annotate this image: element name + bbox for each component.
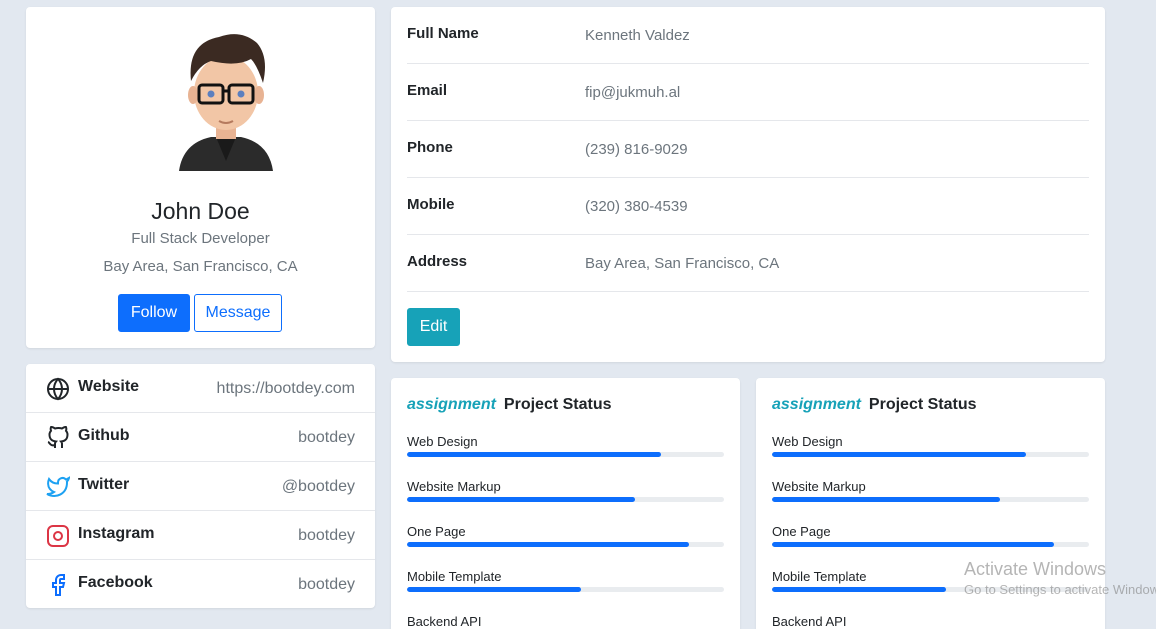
progress-item: Backend API (772, 614, 1089, 629)
progress-track (772, 497, 1089, 502)
social-row-twitter[interactable]: Twitter @bootdey (26, 462, 375, 511)
facebook-icon (52, 574, 66, 596)
detail-row-full-name: Full Name Kenneth Valdez (407, 7, 1089, 64)
detail-value: (239) 816-9029 (585, 141, 688, 158)
profile-location: Bay Area, San Francisco, CA (103, 258, 298, 275)
progress-item: One Page (407, 524, 724, 569)
progress-item: Web Design (407, 434, 724, 479)
progress-track (772, 542, 1089, 547)
detail-row-email: Email fip@jukmuh.al (407, 64, 1089, 121)
social-value-github: bootdey (298, 429, 355, 446)
project-status-title: Project Status (868, 396, 977, 413)
progress-label: Web Design (772, 434, 843, 449)
progress-track (407, 542, 724, 547)
github-icon (47, 426, 69, 448)
progress-label: Mobile Template (407, 569, 502, 584)
progress-label: Backend API (772, 614, 847, 629)
detail-label: Mobile (407, 196, 455, 213)
detail-value: (320) 380-4539 (585, 198, 688, 215)
detail-value: fip@jukmuh.al (585, 84, 681, 101)
progress-fill (407, 542, 690, 547)
progress-fill (772, 542, 1055, 547)
detail-value: Bay Area, San Francisco, CA (585, 255, 780, 272)
social-label-twitter: Twitter (78, 476, 130, 493)
twitter-icon (46, 476, 70, 497)
progress-track (772, 587, 1089, 592)
details-card: Full Name Kenneth Valdez Email fip@jukmu… (391, 7, 1105, 362)
progress-track (407, 497, 724, 502)
progress-label: Web Design (407, 434, 478, 449)
social-value-twitter: @bootdey (281, 478, 355, 495)
progress-track (407, 452, 724, 457)
progress-label: One Page (772, 524, 831, 539)
globe-icon (47, 377, 69, 401)
progress-label: One Page (407, 524, 466, 539)
progress-item: Website Markup (772, 479, 1089, 524)
social-label-website: Website (78, 378, 140, 395)
social-value-facebook: bootdey (298, 576, 355, 593)
profile-name: John Doe (151, 198, 250, 224)
project-status-header: assignment Project Status (407, 396, 612, 414)
detail-value: Kenneth Valdez (585, 27, 690, 44)
progress-item: Mobile Template (407, 569, 724, 614)
edit-button[interactable]: Edit (407, 308, 460, 346)
progress-item: Web Design (772, 434, 1089, 479)
social-row-instagram[interactable]: Instagram bootdey (26, 511, 375, 560)
follow-button[interactable]: Follow (118, 294, 190, 332)
detail-label: Address (407, 253, 468, 270)
social-row-github[interactable]: Github bootdey (26, 413, 375, 462)
project-status-card: assignment Project Status Web Design Webs… (391, 378, 740, 629)
detail-label: Email (407, 82, 448, 99)
project-status-accent: assignment (772, 396, 861, 413)
social-row-website[interactable]: Website https://bootdey.com (26, 364, 375, 413)
social-label-instagram: Instagram (78, 525, 155, 542)
progress-fill (772, 452, 1026, 457)
project-status-accent: assignment (407, 396, 496, 413)
avatar (179, 34, 273, 171)
detail-label: Phone (407, 139, 453, 156)
progress-fill (772, 587, 947, 592)
project-status-title: Project Status (503, 396, 612, 413)
profile-card: John Doe Full Stack Developer Bay Area, … (26, 7, 375, 348)
progress-fill (407, 452, 661, 457)
detail-row-address: Address Bay Area, San Francisco, CA (407, 235, 1089, 292)
social-row-facebook[interactable]: Facebook bootdey (26, 560, 375, 609)
instagram-icon (47, 525, 69, 547)
detail-label: Full Name (407, 25, 479, 42)
progress-fill (772, 497, 1001, 502)
detail-row-mobile: Mobile (320) 380-4539 (407, 178, 1089, 235)
progress-label: Website Markup (407, 479, 501, 494)
social-value-instagram: bootdey (298, 527, 355, 544)
social-label-facebook: Facebook (78, 574, 153, 591)
progress-label: Mobile Template (772, 569, 867, 584)
project-status-header: assignment Project Status (772, 396, 977, 414)
progress-fill (407, 587, 582, 592)
social-value-website: https://bootdey.com (216, 380, 355, 397)
progress-fill (407, 497, 636, 502)
progress-track (772, 452, 1089, 457)
social-label-github: Github (78, 427, 130, 444)
progress-track (407, 587, 724, 592)
progress-label: Website Markup (772, 479, 866, 494)
message-button[interactable]: Message (194, 294, 282, 332)
progress-item: Website Markup (407, 479, 724, 524)
detail-row-phone: Phone (239) 816-9029 (407, 121, 1089, 178)
social-links-card: Website https://bootdey.com Github bootd… (26, 364, 375, 608)
progress-item: Backend API (407, 614, 724, 629)
project-status-card: assignment Project Status Web Design Webs… (756, 378, 1105, 629)
progress-label: Backend API (407, 614, 482, 629)
progress-item: One Page (772, 524, 1089, 569)
progress-item: Mobile Template (772, 569, 1089, 614)
profile-role: Full Stack Developer (131, 230, 270, 247)
